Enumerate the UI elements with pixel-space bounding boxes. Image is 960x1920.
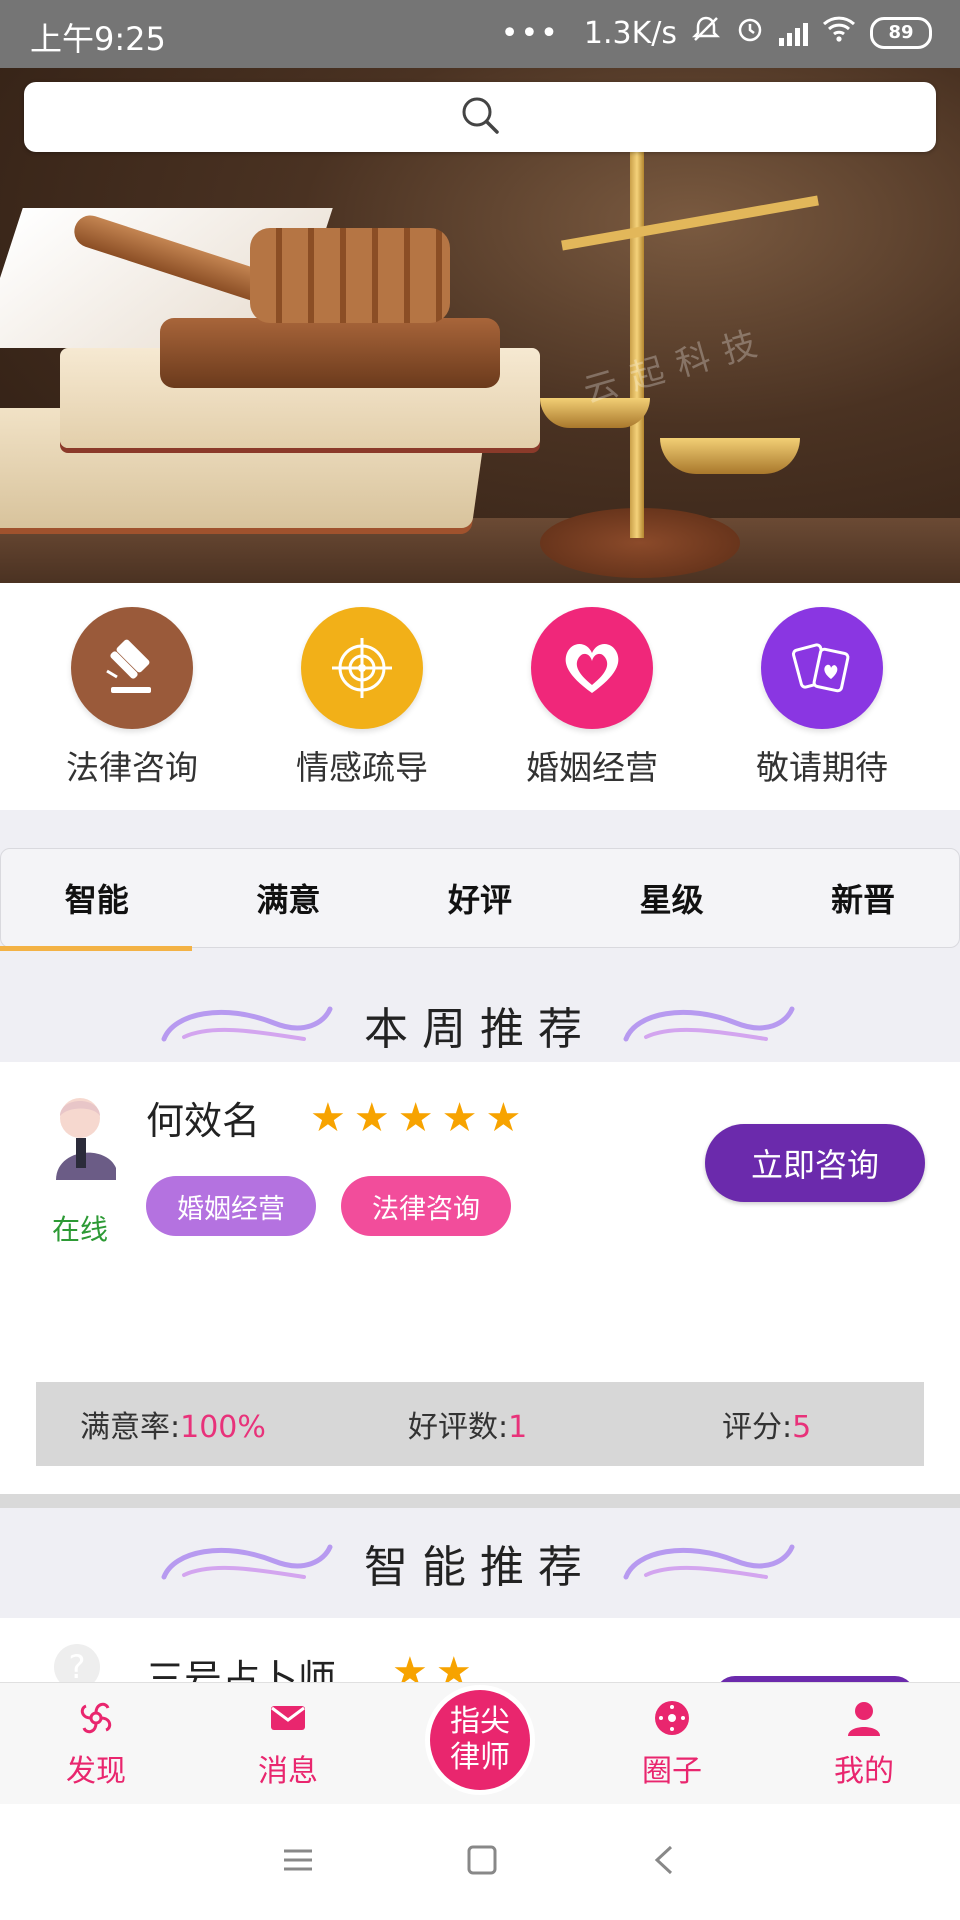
gavel-icon xyxy=(71,607,193,729)
star-rating: ★ ★ xyxy=(392,1652,472,1682)
stat-label: 好评数: xyxy=(408,1410,509,1445)
banner-scale-post xyxy=(630,138,644,538)
tab-label: 发现 xyxy=(66,1754,126,1789)
heart-icon xyxy=(531,607,653,729)
star-icon: ★ xyxy=(353,1095,390,1141)
star-icon: ★ xyxy=(441,1095,478,1141)
counselor-name: 三号占卜师 xyxy=(146,1657,337,1682)
search-icon xyxy=(459,94,501,140)
tab-label: 圈子 xyxy=(642,1754,702,1789)
banner-gavel-head xyxy=(250,228,450,323)
status-time: 上午9:25 xyxy=(30,20,166,58)
category-coming-soon[interactable]: 敬请期待 xyxy=(707,583,937,810)
section-header-smart: 智能推荐 xyxy=(0,1508,960,1618)
swirl-ornament-icon xyxy=(616,1531,806,1595)
category-label: 敬请期待 xyxy=(756,748,888,787)
stat-score: 评分:5 xyxy=(722,1402,811,1446)
circle-icon xyxy=(652,1698,692,1746)
network-speed: 1.3K/s xyxy=(583,15,677,51)
tab-new[interactable]: 新晋 xyxy=(767,849,959,947)
tab-discover[interactable]: 发现 xyxy=(0,1683,192,1805)
category-label: 法律咨询 xyxy=(66,748,198,787)
star-icon: ★ xyxy=(435,1649,472,1682)
back-icon[interactable] xyxy=(649,1843,679,1881)
section-title: 智能推荐 xyxy=(364,1542,596,1593)
category-grid: 法律咨询 情感疏导 婚姻经营 敬请期待 xyxy=(0,583,960,810)
divider xyxy=(0,1494,960,1508)
system-nav-bar xyxy=(0,1804,960,1920)
mail-icon xyxy=(268,1698,308,1746)
tab-mine[interactable]: 我的 xyxy=(768,1683,960,1805)
tab-label: 我的 xyxy=(834,1754,894,1789)
active-tab-indicator xyxy=(0,946,192,951)
tab-satisfaction[interactable]: 满意 xyxy=(193,849,385,947)
star-icon: ★ xyxy=(310,1095,346,1141)
center-button[interactable]: 指尖 律师 xyxy=(430,1690,530,1790)
center-label: 指尖 xyxy=(450,1704,510,1739)
category-legal[interactable]: 法律咨询 xyxy=(17,583,247,810)
tag-legal: 法律咨询 xyxy=(341,1176,511,1236)
menu-icon[interactable] xyxy=(281,1845,315,1879)
search-input[interactable] xyxy=(24,82,936,152)
category-emotion[interactable]: 情感疏导 xyxy=(247,583,477,810)
mute-bell-icon xyxy=(691,14,721,52)
stat-value: 1 xyxy=(508,1410,528,1445)
home-icon[interactable] xyxy=(465,1843,499,1881)
swirl-ornament-icon xyxy=(154,1531,344,1595)
alarm-icon xyxy=(735,14,765,52)
tab-messages[interactable]: 消息 xyxy=(192,1683,384,1805)
banner-gavel-base xyxy=(160,318,500,388)
counselor-name: 何效名 xyxy=(146,1099,261,1143)
star-icon: ★ xyxy=(392,1649,428,1682)
banner-scale-bar xyxy=(561,195,819,251)
avatar[interactable] xyxy=(46,1090,122,1180)
swirl-ornament-icon xyxy=(616,993,806,1057)
tab-star-level[interactable]: 星级 xyxy=(576,849,768,947)
avatar-placeholder-icon: ? xyxy=(54,1644,100,1682)
star-icon: ★ xyxy=(397,1095,434,1141)
bottom-tabbar: 发现 消息 指尖 律师 圈子 我的 xyxy=(0,1682,960,1805)
battery-icon: 89 xyxy=(870,17,932,49)
counselor-card[interactable]: ? 三号占卜师 ★ ★ xyxy=(0,1618,960,1682)
stat-label: 满意率: xyxy=(80,1410,181,1445)
stat-value: 5 xyxy=(792,1410,812,1445)
stat-satisfaction: 满意率:100% xyxy=(80,1402,266,1446)
tab-good-reviews[interactable]: 好评 xyxy=(384,849,576,947)
center-label: 律师 xyxy=(450,1740,510,1775)
tag-marriage: 婚姻经营 xyxy=(146,1176,316,1236)
signal-icon xyxy=(779,20,808,46)
status-bar: 上午9:25 ••• 1.3K/s 89 xyxy=(0,0,960,68)
consult-button[interactable]: 立即咨询 xyxy=(705,1124,925,1202)
more-dots-icon: ••• xyxy=(500,15,560,51)
target-icon xyxy=(301,607,423,729)
wifi-icon xyxy=(822,15,856,51)
tab-smart[interactable]: 智能 xyxy=(1,849,193,947)
category-marriage[interactable]: 婚姻经营 xyxy=(477,583,707,810)
stat-value: 100% xyxy=(180,1410,266,1445)
counselor-card[interactable]: 在线 何效名 ★ ★ ★ ★ ★ 婚姻经营 法律咨询 立即咨询 满意率:100%… xyxy=(0,1062,960,1494)
sort-tabs: 智能 满意 好评 星级 新晋 xyxy=(0,848,960,948)
cards-heart-icon xyxy=(761,607,883,729)
stat-reviews: 好评数:1 xyxy=(408,1402,527,1446)
stats-bar: 满意率:100% 好评数:1 评分:5 xyxy=(36,1382,924,1466)
banner-watermark: 云起科技 xyxy=(579,320,775,412)
swirl-ornament-icon xyxy=(154,993,344,1057)
section-title: 本周推荐 xyxy=(364,1004,596,1055)
online-status: 在线 xyxy=(52,1213,109,1246)
tab-circle[interactable]: 圈子 xyxy=(576,1683,768,1805)
category-label: 婚姻经营 xyxy=(526,748,658,787)
star-icon: ★ xyxy=(485,1095,522,1141)
user-icon xyxy=(844,1698,884,1746)
stat-label: 评分: xyxy=(722,1410,793,1445)
tab-home-center[interactable]: 指尖 律师 xyxy=(384,1683,576,1805)
star-rating: ★ ★ ★ ★ ★ xyxy=(310,1098,521,1138)
banner-scale-pan xyxy=(660,438,800,474)
pinwheel-icon xyxy=(76,1698,116,1746)
tab-label: 消息 xyxy=(258,1754,318,1789)
category-label: 情感疏导 xyxy=(296,748,428,787)
